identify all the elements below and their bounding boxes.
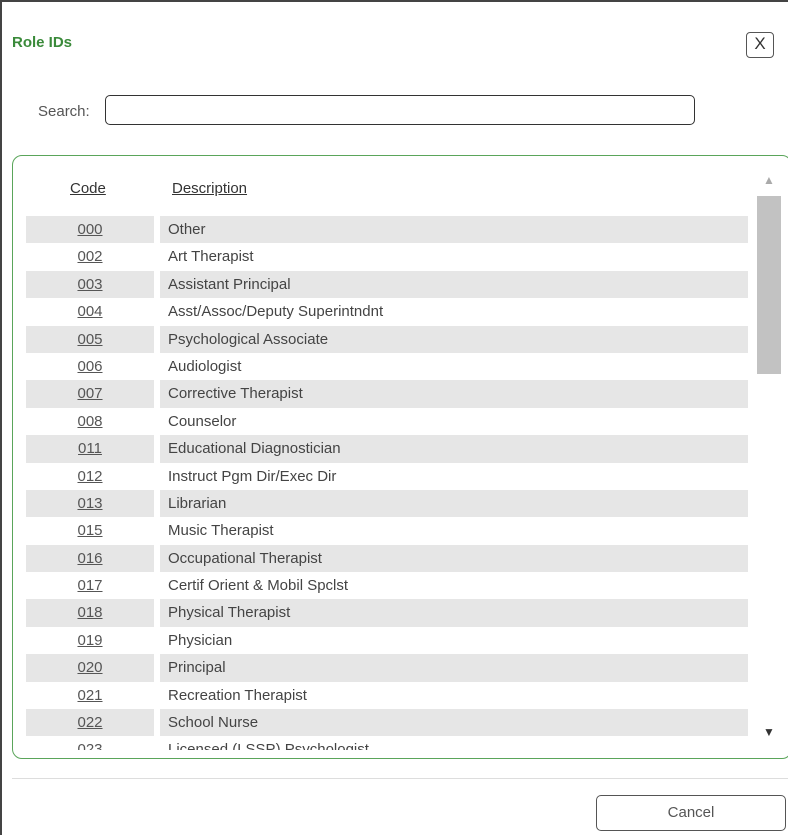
code-cell: 007 [26, 380, 154, 408]
code-link[interactable]: 019 [77, 632, 102, 649]
description-cell: Corrective Therapist [160, 380, 748, 408]
code-link[interactable]: 017 [77, 577, 102, 594]
code-link[interactable]: 005 [77, 331, 102, 348]
code-cell: 016 [26, 544, 154, 573]
code-link[interactable]: 007 [77, 385, 102, 402]
description-cell: Occupational Therapist [160, 544, 748, 573]
description-cell: Assistant Principal [160, 270, 748, 299]
description-cell: Physician [168, 631, 233, 649]
code-cell: 019 [26, 627, 154, 654]
table-row[interactable]: 003 Assistant Principal [26, 270, 748, 299]
description-cell: Principal [160, 654, 748, 682]
code-cell: 020 [26, 654, 154, 682]
code-cell: 011 [26, 435, 154, 463]
table-row[interactable]: 015 Music Therapist [26, 517, 748, 544]
cancel-button[interactable]: Cancel [596, 795, 786, 831]
code-link[interactable]: 020 [77, 659, 102, 676]
code-cell: 023 [26, 736, 154, 750]
code-cell: 012 [26, 463, 154, 490]
code-cell: 000 [26, 216, 154, 244]
column-header-description[interactable]: Description [172, 180, 247, 197]
description-cell: Librarian [160, 489, 748, 518]
scroll-down-icon[interactable]: ▼ [756, 722, 782, 742]
table-row[interactable]: 000 Other [26, 216, 748, 244]
code-cell: 006 [26, 353, 154, 380]
footer-divider [12, 778, 788, 779]
description-cell: Music Therapist [168, 522, 274, 540]
code-cell: 004 [26, 298, 154, 325]
table-row[interactable]: 004 Asst/Assoc/Deputy Superintndnt [26, 298, 748, 325]
code-link[interactable]: 018 [77, 604, 102, 621]
scroll-thumb[interactable] [757, 196, 781, 374]
table-row[interactable]: 017 Certif Orient & Mobil Spclst [26, 572, 748, 599]
description-cell: Asst/Assoc/Deputy Superintndnt [168, 303, 384, 321]
table-row[interactable]: 022 School Nurse [26, 709, 748, 737]
code-cell: 005 [26, 325, 154, 353]
scroll-up-icon[interactable]: ▲ [756, 170, 782, 190]
code-cell: 008 [26, 408, 154, 435]
description-cell: Audiologist [168, 357, 242, 375]
description-cell: Physical Therapist [160, 599, 748, 627]
code-cell: 021 [26, 682, 154, 709]
table-row[interactable]: 008 Counselor [26, 408, 748, 435]
code-cell: 013 [26, 489, 154, 518]
code-link[interactable]: 012 [77, 468, 102, 485]
table-row[interactable]: 006 Audiologist [26, 353, 748, 380]
close-button[interactable]: X [746, 32, 774, 58]
description-cell: Licensed (LSSP) Psychologist [168, 741, 369, 750]
search-label: Search: [38, 103, 90, 120]
description-cell: Recreation Therapist [168, 686, 307, 704]
code-link[interactable]: 004 [77, 303, 102, 320]
description-cell: Educational Diagnostician [160, 435, 748, 463]
search-input[interactable] [105, 95, 695, 125]
table-row[interactable]: 023 Licensed (LSSP) Psychologist [26, 736, 748, 750]
code-link[interactable]: 021 [77, 687, 102, 704]
code-cell: 022 [26, 709, 154, 737]
table-row[interactable]: 011 Educational Diagnostician [26, 435, 748, 463]
code-link[interactable]: 023 [77, 741, 102, 750]
code-cell: 018 [26, 599, 154, 627]
description-cell: Other [160, 216, 748, 244]
code-cell: 003 [26, 270, 154, 299]
role-ids-dialog: Role IDs X Search: Code Description 000 O… [0, 0, 788, 835]
code-link[interactable]: 013 [77, 495, 102, 512]
description-cell: Art Therapist [168, 248, 254, 266]
code-cell: 017 [26, 572, 154, 599]
role-table-body: 000 Other 002 Art Therapist 003 Assistant Pri… [26, 216, 748, 750]
code-link[interactable]: 022 [77, 714, 102, 731]
description-cell: Instruct Pgm Dir/Exec Dir [168, 467, 337, 485]
description-cell: Counselor [168, 412, 237, 430]
code-link[interactable]: 008 [77, 413, 102, 430]
code-link[interactable]: 002 [77, 248, 102, 265]
column-header-code[interactable]: Code [70, 180, 106, 197]
table-row[interactable]: 021 Recreation Therapist [26, 682, 748, 709]
description-cell: School Nurse [160, 709, 748, 737]
description-cell: Certif Orient & Mobil Spclst [168, 577, 349, 595]
code-link[interactable]: 006 [77, 358, 102, 375]
code-link[interactable]: 003 [77, 276, 102, 293]
table-row[interactable]: 020 Principal [26, 654, 748, 682]
dialog-title: Role IDs [12, 34, 73, 51]
table-row[interactable]: 005 Psychological Associate [26, 325, 748, 353]
code-cell: 002 [26, 243, 154, 270]
table-row[interactable]: 016 Occupational Therapist [26, 544, 748, 573]
table-row[interactable]: 018 Physical Therapist [26, 599, 748, 627]
table-row[interactable]: 002 Art Therapist [26, 243, 748, 270]
code-link[interactable]: 016 [77, 550, 102, 567]
table-row[interactable]: 013 Librarian [26, 489, 748, 518]
vertical-scrollbar[interactable]: ▲ ▼ [756, 170, 782, 746]
code-cell: 015 [26, 517, 154, 544]
description-cell: Psychological Associate [160, 325, 748, 353]
code-link[interactable]: 000 [77, 221, 102, 238]
code-link[interactable]: 011 [78, 440, 102, 457]
scroll-track[interactable] [756, 196, 782, 720]
table-row[interactable]: 012 Instruct Pgm Dir/Exec Dir [26, 463, 748, 490]
code-link[interactable]: 015 [77, 522, 102, 539]
table-row[interactable]: 019 Physician [26, 627, 748, 654]
table-row[interactable]: 007 Corrective Therapist [26, 380, 748, 408]
